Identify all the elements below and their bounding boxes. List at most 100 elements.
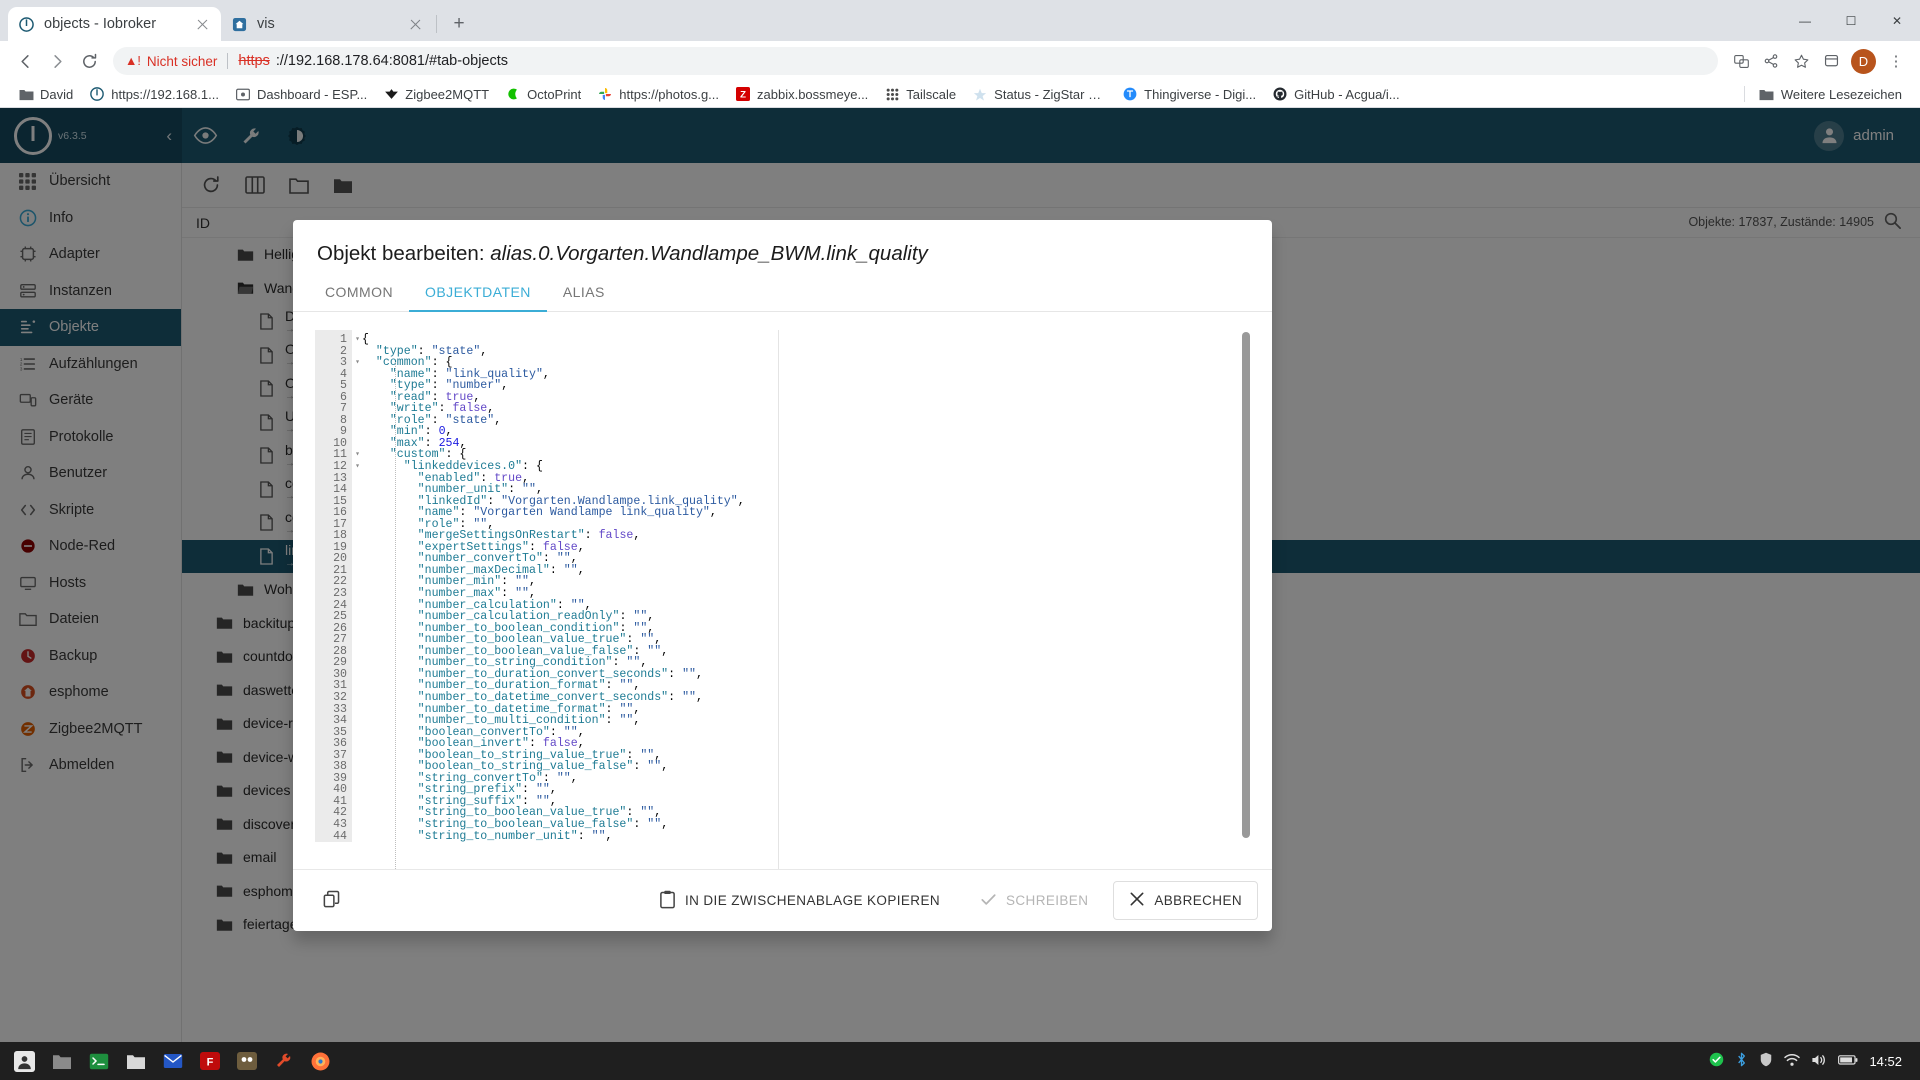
copy-icon bbox=[322, 890, 341, 912]
editor-line-number: 36 bbox=[333, 737, 347, 751]
bookmark-star-icon[interactable] bbox=[1786, 46, 1816, 76]
tab-common[interactable]: COMMON bbox=[309, 270, 409, 311]
bookmark-label: https://192.168.1... bbox=[111, 86, 219, 102]
reload-icon[interactable] bbox=[73, 45, 105, 77]
editor-line-number: 14 bbox=[333, 483, 347, 497]
bookmark-label: David bbox=[40, 86, 74, 102]
svg-text:Z: Z bbox=[740, 90, 746, 101]
folder-icon[interactable] bbox=[119, 1045, 152, 1078]
zigbee-icon bbox=[383, 86, 399, 102]
editor-line-number: 34 bbox=[333, 714, 347, 728]
volume-icon[interactable] bbox=[1811, 1053, 1827, 1070]
dialog-title: Objekt bearbeiten: alias.0.Vorgarten.Wan… bbox=[293, 220, 1272, 270]
bluetooth-icon[interactable] bbox=[1735, 1052, 1748, 1070]
terminal-icon[interactable] bbox=[82, 1045, 115, 1078]
clipboard-label: IN DIE ZWISCHENABLAGE KOPIEREN bbox=[684, 893, 940, 908]
browser-toolbar: ▲! Nicht sicher https://192.168.178.64:8… bbox=[0, 41, 1920, 81]
copy-object-button[interactable] bbox=[307, 881, 356, 921]
files-icon[interactable] bbox=[45, 1045, 78, 1078]
bookmark-label: https://photos.g... bbox=[619, 86, 720, 102]
clipboard-icon bbox=[659, 890, 676, 912]
editor-line-number: 43 bbox=[333, 817, 347, 831]
write-label: SCHREIBEN bbox=[1006, 893, 1089, 908]
bookmark-photos[interactable]: https://photos.g... bbox=[589, 83, 727, 105]
bookmark-david[interactable]: David bbox=[10, 83, 81, 105]
mail-icon[interactable] bbox=[156, 1045, 189, 1078]
clock-label: 14:52 bbox=[1869, 1053, 1902, 1069]
chrome-menu-icon[interactable]: ⋮ bbox=[1881, 46, 1911, 76]
extensions-icon[interactable] bbox=[1816, 46, 1846, 76]
not-secure-warning-icon: ▲! bbox=[125, 53, 141, 68]
editor-code-line: "role": "state", bbox=[389, 413, 502, 427]
bookmark-thingiverse[interactable]: Thingiverse - Digi... bbox=[1114, 83, 1264, 105]
bookmark-dashboard-esp[interactable]: Dashboard - ESP... bbox=[227, 83, 375, 105]
back-icon[interactable] bbox=[9, 45, 41, 77]
forward-icon[interactable] bbox=[41, 45, 73, 77]
bookmark-label: Tailscale bbox=[906, 86, 957, 102]
gimp-icon[interactable] bbox=[230, 1045, 263, 1078]
omnibox-divider bbox=[227, 53, 229, 69]
firefox-icon[interactable] bbox=[304, 1045, 337, 1078]
network-icon[interactable] bbox=[1784, 1053, 1801, 1070]
close-window-icon[interactable]: ✕ bbox=[1874, 0, 1920, 41]
tab-objektdaten[interactable]: OBJEKTDATEN bbox=[409, 270, 547, 312]
editor-code[interactable]: { "type": "state", "common": { "name": "… bbox=[352, 330, 1250, 842]
profile-avatar[interactable]: D bbox=[1851, 48, 1876, 74]
zabbix-icon: Z bbox=[735, 86, 751, 102]
fold-toggle-icon[interactable]: ▾ bbox=[355, 461, 360, 473]
bookmarks-bar: David https://192.168.1... Dashboard - E… bbox=[0, 81, 1920, 108]
bookmark-tailscale[interactable]: Tailscale bbox=[876, 83, 964, 105]
iobroker-icon bbox=[89, 86, 105, 102]
filezilla-icon[interactable]: F bbox=[193, 1045, 226, 1078]
maximize-window-icon[interactable]: ☐ bbox=[1828, 0, 1874, 41]
bookmark-github[interactable]: GitHub - Acgua/i... bbox=[1264, 83, 1408, 105]
start-icon[interactable] bbox=[8, 1045, 41, 1078]
browser-tab-vis[interactable]: vis bbox=[221, 7, 434, 41]
browser-tab-objects[interactable]: objects - Iobroker bbox=[8, 7, 221, 41]
bookmark-label: Thingiverse - Digi... bbox=[1144, 86, 1257, 102]
close-tab-icon[interactable] bbox=[194, 16, 211, 33]
bookmark-label: Zigbee2MQTT bbox=[405, 86, 490, 102]
editor-code-line: { bbox=[362, 333, 369, 346]
editor-scrollbar[interactable] bbox=[1242, 332, 1250, 838]
cancel-button[interactable]: ABBRECHEN bbox=[1113, 881, 1258, 920]
fold-toggle-icon[interactable]: ▾ bbox=[355, 449, 360, 461]
bookmark-octoprint[interactable]: OctoPrint bbox=[497, 83, 589, 105]
share-icon[interactable] bbox=[1756, 46, 1786, 76]
edit-object-dialog: Objekt bearbeiten: alias.0.Vorgarten.Wan… bbox=[293, 220, 1272, 931]
tools-icon[interactable] bbox=[267, 1045, 300, 1078]
json-editor[interactable]: 1 ▾ 2 3 ▾ 4 5 6 7 8 9 10 11 ▾ 12 ▾ 13 14 15 16 17 18 19 20 21 22 2… bbox=[315, 330, 1250, 869]
editor-right-border bbox=[778, 330, 779, 869]
battery-icon[interactable] bbox=[1838, 1054, 1858, 1069]
copy-to-clipboard-button[interactable]: IN DIE ZWISCHENABLAGE KOPIEREN bbox=[644, 881, 955, 921]
dialog-title-prefix: Objekt bearbeiten: bbox=[317, 242, 491, 265]
tab-alias[interactable]: ALIAS bbox=[547, 270, 621, 311]
url-scheme: https bbox=[238, 53, 270, 69]
bookmark-zabbix[interactable]: Z zabbix.bossmeye... bbox=[727, 83, 876, 105]
address-bar[interactable]: ▲! Nicht sicher https://192.168.178.64:8… bbox=[113, 47, 1718, 75]
check-icon bbox=[980, 891, 997, 911]
bookmark-zigstar[interactable]: Status - ZigStar GW bbox=[964, 83, 1114, 105]
editor-line-number: 12 ▾ bbox=[333, 460, 360, 474]
minimize-window-icon[interactable]: — bbox=[1782, 0, 1828, 41]
fold-toggle-icon[interactable]: ▾ bbox=[355, 334, 360, 346]
tab-strip: objects - Iobroker vis + — ☐ ✕ bbox=[0, 0, 1920, 41]
url-text: ://192.168.178.64:8081/#tab-objects bbox=[275, 53, 509, 69]
svg-text:F: F bbox=[206, 1057, 213, 1069]
thingiverse-icon bbox=[1122, 86, 1138, 102]
os-taskbar: F 14:52 bbox=[0, 1042, 1920, 1080]
other-bookmarks-button[interactable]: Weitere Lesezeichen bbox=[1751, 83, 1910, 105]
shield-icon[interactable] bbox=[1759, 1052, 1773, 1070]
bookmark-iobroker[interactable]: https://192.168.1... bbox=[81, 83, 227, 105]
translate-icon[interactable] bbox=[1726, 46, 1756, 76]
bookmark-zigbee2mqtt[interactable]: Zigbee2MQTT bbox=[375, 83, 497, 105]
editor-line-numbers: 1 ▾ 2 3 ▾ 4 5 6 7 8 9 10 11 ▾ 12 ▾ 13 14 15 16 17 18 19 20 21 22 2… bbox=[315, 330, 360, 843]
iobroker-admin: v6.3.5 ‹ admin Übersicht Info Adapter In… bbox=[0, 108, 1920, 1042]
new-tab-button[interactable]: + bbox=[444, 8, 474, 38]
fold-toggle-icon[interactable]: ▾ bbox=[355, 357, 360, 369]
bookmark-label: Status - ZigStar GW bbox=[994, 86, 1107, 102]
tab-divider bbox=[436, 15, 437, 33]
check-icon[interactable] bbox=[1709, 1052, 1724, 1070]
editor-code-line: "read": true, bbox=[389, 390, 481, 404]
close-tab-icon[interactable] bbox=[407, 16, 424, 33]
